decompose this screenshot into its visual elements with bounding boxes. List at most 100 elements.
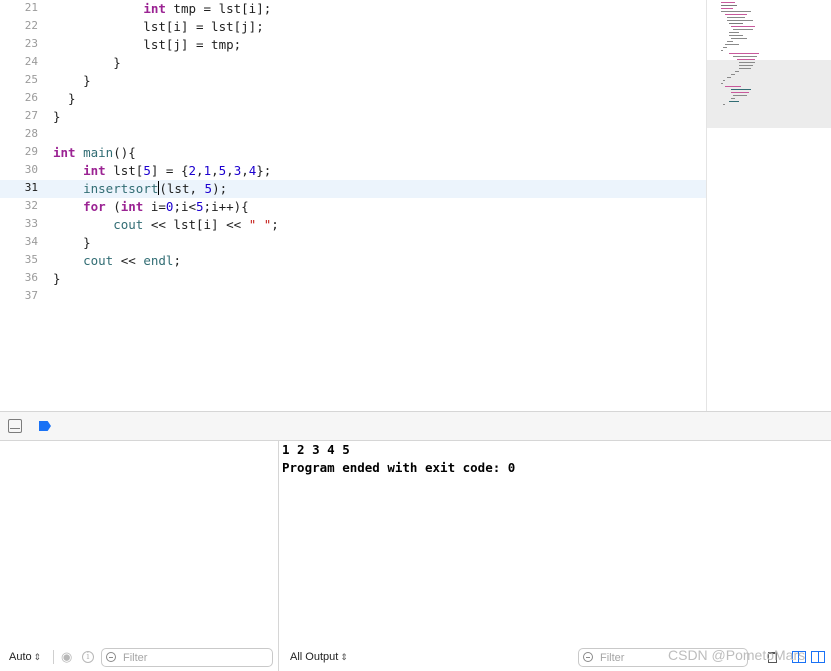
line-number[interactable]: 25: [0, 73, 38, 86]
minimap-line: [735, 71, 739, 72]
code-line[interactable]: 31 insertsort(lst, 5);: [0, 180, 706, 198]
filter-icon: [106, 652, 116, 662]
minimap-line: [739, 62, 755, 63]
code-text[interactable]: }: [53, 90, 76, 108]
minimap[interactable]: [706, 0, 831, 411]
line-number[interactable]: 34: [0, 235, 38, 248]
chevron-updown-icon: ⇕: [340, 652, 348, 662]
minimap-line: [727, 77, 731, 78]
code-text[interactable]: lst[i] = lst[j];: [53, 18, 263, 36]
console-pane[interactable]: 1 2 3 4 5 Program ended with exit code: …: [280, 441, 831, 671]
line-number[interactable]: 28: [0, 127, 38, 140]
code-line[interactable]: 23 lst[j] = tmp;: [0, 36, 706, 54]
code-line[interactable]: 32 for (int i=0;i<5;i++){: [0, 198, 706, 216]
code-text[interactable]: int lst[5] = {2,1,5,3,4};: [53, 162, 271, 180]
line-number[interactable]: 26: [0, 91, 38, 104]
variables-filter-field[interactable]: Filter: [101, 648, 273, 667]
minimap-line: [721, 2, 735, 3]
breakpoint-icon[interactable]: [39, 421, 51, 431]
code-text[interactable]: }: [53, 54, 121, 72]
line-number[interactable]: 24: [0, 55, 38, 68]
minimap-line: [729, 35, 743, 36]
code-text[interactable]: }: [53, 72, 91, 90]
line-number[interactable]: 23: [0, 37, 38, 50]
console-view-icon[interactable]: [811, 651, 825, 663]
info-icon[interactable]: i: [82, 651, 94, 663]
panel-toggle-icon[interactable]: [8, 419, 22, 433]
minimap-line: [725, 44, 739, 45]
minimap-viewport[interactable]: [707, 60, 831, 128]
code-text[interactable]: }: [53, 270, 61, 288]
line-number[interactable]: 29: [0, 145, 38, 158]
code-line[interactable]: 36}: [0, 270, 706, 288]
variables-filter-placeholder: Filter: [123, 652, 148, 664]
code-text[interactable]: int tmp = lst[i];: [53, 0, 271, 18]
code-line[interactable]: 37: [0, 288, 706, 306]
minimap-line: [723, 80, 725, 81]
minimap-line: [731, 74, 735, 75]
minimap-line: [731, 92, 749, 93]
minimap-line: [733, 29, 753, 30]
scope-selector[interactable]: Auto ⇕: [9, 651, 41, 663]
code-line[interactable]: 24 }: [0, 54, 706, 72]
minimap-line: [737, 59, 755, 60]
console-filter-placeholder: Filter: [600, 652, 625, 664]
code-text[interactable]: int main(){: [53, 144, 136, 162]
variables-pane[interactable]: [0, 441, 279, 671]
minimap-line: [739, 68, 751, 69]
line-number[interactable]: 37: [0, 289, 38, 302]
minimap-line: [723, 104, 725, 105]
code-line[interactable]: 33 cout << lst[i] << " ";: [0, 216, 706, 234]
minimap-line: [721, 83, 723, 84]
code-text[interactable]: for (int i=0;i<5;i++){: [53, 198, 249, 216]
line-number[interactable]: 36: [0, 271, 38, 284]
minimap-line: [727, 20, 753, 21]
minimap-line: [729, 101, 739, 102]
minimap-line: [721, 8, 733, 9]
debug-bar: [0, 411, 831, 441]
output-selector[interactable]: All Output ⇕: [290, 651, 348, 663]
line-number[interactable]: 35: [0, 253, 38, 266]
code-line[interactable]: 26 }: [0, 90, 706, 108]
line-number[interactable]: 22: [0, 19, 38, 32]
minimap-line: [731, 89, 751, 90]
minimap-line: [729, 32, 739, 33]
code-line[interactable]: 28: [0, 126, 706, 144]
code-line[interactable]: 29 int main(){: [0, 144, 706, 162]
code-text[interactable]: insertsort(lst, 5);: [53, 180, 227, 198]
eye-icon[interactable]: ◉: [61, 649, 72, 665]
code-text[interactable]: cout << endl;: [53, 252, 181, 270]
minimap-line: [733, 95, 747, 96]
code-line[interactable]: 22 lst[i] = lst[j];: [0, 18, 706, 36]
code-line[interactable]: 21 int tmp = lst[i];: [0, 0, 706, 18]
minimap-line: [733, 56, 757, 57]
minimap-line: [727, 41, 733, 42]
code-line[interactable]: 30 int lst[5] = {2,1,5,3,4};: [0, 162, 706, 180]
minimap-line: [729, 53, 759, 54]
watermark: CSDN @PometoMars: [668, 647, 806, 663]
line-number[interactable]: 33: [0, 217, 38, 230]
code-text[interactable]: }: [53, 108, 61, 126]
line-number[interactable]: 32: [0, 199, 38, 212]
code-text[interactable]: }: [53, 234, 91, 252]
minimap-line: [725, 86, 741, 87]
code-line[interactable]: 27}: [0, 108, 706, 126]
minimap-line: [721, 50, 723, 51]
code-text[interactable]: cout << lst[i] << " ";: [53, 216, 279, 234]
minimap-line: [721, 5, 737, 6]
minimap-line: [729, 23, 743, 24]
line-number[interactable]: 27: [0, 109, 38, 122]
minimap-line: [725, 14, 747, 15]
line-number[interactable]: 30: [0, 163, 38, 176]
line-number[interactable]: 31: [0, 181, 38, 194]
code-line[interactable]: 34 }: [0, 234, 706, 252]
minimap-line: [731, 38, 747, 39]
code-line[interactable]: 35 cout << endl;: [0, 252, 706, 270]
minimap-line: [739, 65, 753, 66]
minimap-line: [731, 98, 735, 99]
code-text[interactable]: lst[j] = tmp;: [53, 36, 241, 54]
line-number[interactable]: 21: [0, 1, 38, 14]
source-editor[interactable]: 21 int tmp = lst[i]; 22 lst[i] = lst[j]; 2…: [0, 0, 706, 411]
code-line[interactable]: 25 }: [0, 72, 706, 90]
minimap-line: [721, 11, 751, 12]
